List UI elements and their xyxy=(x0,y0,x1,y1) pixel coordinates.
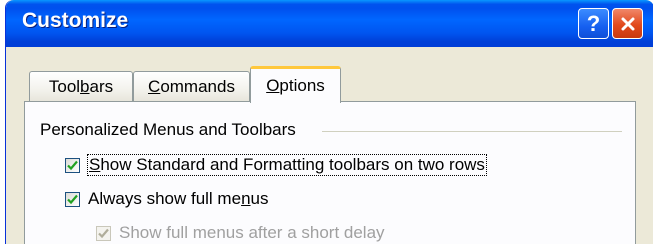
options-panel: Personalized Menus and Toolbars Show Sta… xyxy=(24,101,636,244)
question-mark-icon: ? xyxy=(586,10,601,36)
help-button[interactable]: ? xyxy=(578,8,609,39)
close-icon xyxy=(621,17,634,30)
two-rows-checkbox[interactable] xyxy=(65,157,80,173)
full-menus-checkbox[interactable] xyxy=(65,191,80,207)
customize-dialog: Customize ? Toolbars Commands Options Pe… xyxy=(5,0,653,244)
checkmark-icon xyxy=(67,160,78,170)
two-rows-label: Show Standard and Formatting toolbars on… xyxy=(87,154,487,176)
tab-options[interactable]: Options xyxy=(250,66,341,103)
tab-toolbars[interactable]: Toolbars xyxy=(29,71,133,102)
delay-menus-checkbox xyxy=(96,225,111,241)
option-two-rows[interactable]: Show Standard and Formatting toolbars on… xyxy=(65,154,487,176)
delay-menus-label: Show full menus after a short delay xyxy=(119,223,385,242)
group-heading: Personalized Menus and Toolbars xyxy=(40,120,296,139)
close-button[interactable] xyxy=(612,8,643,39)
title-bar[interactable]: Customize ? xyxy=(6,0,653,47)
full-menus-label: Always show full menus xyxy=(88,189,269,208)
tab-commands[interactable]: Commands xyxy=(133,71,250,102)
tab-toolbars-label: Toolbars xyxy=(48,77,114,96)
option-full-menus[interactable]: Always show full menus xyxy=(65,189,269,209)
window-title: Customize xyxy=(22,9,129,32)
group-divider xyxy=(322,131,622,132)
option-delay-menus: Show full menus after a short delay xyxy=(96,223,385,243)
tab-commands-label: Commands xyxy=(148,77,235,96)
checkmark-icon xyxy=(67,194,78,204)
tab-options-label: Options xyxy=(266,76,325,95)
checkmark-icon xyxy=(98,228,109,238)
